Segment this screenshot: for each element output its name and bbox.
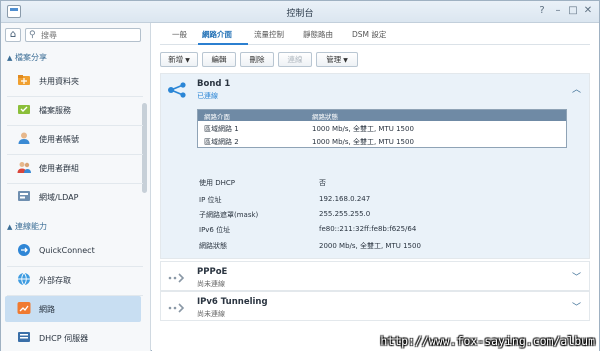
dropdown-arrow-icon: ▼ — [185, 57, 190, 64]
table-row[interactable]: 區域網路 2 1000 Mb/s, 全雙工, MTU 1500 — [198, 134, 566, 147]
search-icon: ⚲ — [29, 30, 36, 40]
chevron-up-icon: ▲ — [7, 223, 13, 231]
detail-label: 網路狀態 — [199, 242, 227, 250]
tab-bar: 一般 網路介面 流量控制 靜態路由 DSM 設定 — [160, 23, 590, 45]
search-box[interactable]: ⚲ — [25, 28, 141, 42]
sidebar-item-network[interactable]: 網路 — [5, 296, 141, 322]
sidebar-item-group[interactable]: 使用者群組 — [5, 155, 141, 181]
interface-card-pppoe[interactable]: PPPoE 尚未連線 ﹀ — [160, 261, 590, 291]
search-input[interactable] — [41, 30, 137, 41]
sidebar: ⌂ ⚲ ▲檔案分享 共用資料夾 檔案服務 使用者帳號 使用者群組 — [1, 23, 151, 351]
title-bar: 控制台 ? – □ ✕ — [1, 1, 599, 23]
tab-dsm-settings[interactable]: DSM 設定 — [352, 29, 386, 40]
connect-button[interactable]: 連線 — [278, 52, 312, 67]
external-access-icon — [18, 272, 30, 286]
detail-value: 192.168.0.247 — [319, 195, 371, 203]
detail-label: 使用 DHCP — [199, 179, 235, 187]
chevron-down-icon[interactable]: ﹀ — [572, 300, 581, 313]
interface-card-ipv6-tunneling[interactable]: IPv6 Tunneling 尚未連線 ﹀ — [160, 291, 590, 321]
dhcp-icon — [18, 332, 30, 342]
section-header-connectivity[interactable]: ▲ 連線能力 — [7, 221, 47, 232]
detail-label: IPv6 位址 — [199, 226, 231, 234]
disconnected-network-icon — [168, 303, 185, 313]
watermark-url: http://www.fox-saying.com/album — [380, 334, 595, 348]
sidebar-scrollbar[interactable] — [142, 103, 147, 193]
connected-network-icon — [168, 82, 186, 98]
window-title: 控制台 — [286, 9, 314, 19]
close-icon[interactable]: ✕ — [582, 5, 594, 16]
help-icon[interactable]: ? — [536, 5, 548, 16]
detail-value: 255.255.255.0 — [319, 210, 371, 218]
delete-button[interactable]: 刪除 — [240, 52, 274, 67]
detail-value: 否 — [319, 179, 326, 187]
quickconnect-icon — [18, 244, 30, 256]
minimize-icon[interactable]: – — [552, 5, 564, 16]
main-content: 一般 網路介面 流量控制 靜態路由 DSM 設定 新增 ▼ 編輯 刪除 連線 管理… — [152, 23, 599, 351]
column-header-interface: 網路介面 — [204, 113, 230, 121]
cell-status: 1000 Mb/s, 全雙工, MTU 1500 — [312, 138, 414, 146]
section-header-file-sharing[interactable]: ▲ 檔案分享 — [7, 52, 47, 63]
cell-interface: 區域網路 1 — [204, 125, 239, 133]
group-icon — [17, 162, 31, 173]
network-icon — [17, 302, 31, 314]
sidebar-item-dhcp-server[interactable]: DHCP 伺服器 — [5, 325, 141, 351]
active-tab-indicator — [198, 43, 248, 45]
control-panel-window: 控制台 ? – □ ✕ ⌂ ⚲ ▲檔案分享 共用資料夾 檔案服務 使用者帳號 — [0, 0, 600, 351]
cell-interface: 區域網路 2 — [204, 138, 239, 146]
user-icon — [18, 132, 30, 144]
detail-value: 2000 Mb/s, 全雙工, MTU 1500 — [319, 242, 421, 250]
sidebar-item-file-services[interactable]: 檔案服務 — [5, 97, 141, 123]
domain-icon — [18, 191, 30, 201]
disconnected-network-icon — [168, 273, 185, 283]
sidebar-item-user[interactable]: 使用者帳號 — [5, 126, 141, 152]
cell-status: 1000 Mb/s, 全雙工, MTU 1500 — [312, 125, 414, 133]
chevron-up-icon[interactable]: ︿ — [572, 82, 581, 95]
sidebar-item-domain-ldap[interactable]: 網域/LDAP — [5, 184, 141, 210]
tab-traffic-control[interactable]: 流量控制 — [254, 29, 284, 40]
chevron-down-icon[interactable]: ﹀ — [572, 270, 581, 283]
tab-network-interface[interactable]: 網路介面 — [202, 29, 232, 40]
interface-name: Bond 1 — [197, 79, 231, 89]
sidebar-item-quickconnect[interactable]: QuickConnect — [5, 238, 141, 264]
detail-label: IP 位址 — [199, 196, 222, 204]
chevron-up-icon: ▲ — [7, 54, 13, 62]
edit-button[interactable]: 編輯 — [202, 52, 236, 67]
interface-status: 尚未連線 — [197, 310, 225, 318]
interface-status: 尚未連線 — [197, 280, 225, 288]
interface-status: 已連線 — [197, 92, 218, 100]
interface-card-bond1[interactable]: Bond 1 已連線 ︿ 網路介面 網路狀態 區域網路 1 1000 Mb/s,… — [160, 73, 590, 259]
sidebar-item-external-access[interactable]: 外部存取 — [5, 267, 141, 293]
create-button[interactable]: 新增 ▼ — [160, 52, 198, 67]
home-icon[interactable]: ⌂ — [5, 28, 21, 42]
file-services-icon — [18, 105, 30, 114]
manage-button[interactable]: 管理 ▼ — [316, 52, 358, 67]
column-header-status: 網路狀態 — [312, 113, 338, 121]
toolbar: 新增 ▼ 編輯 刪除 連線 管理 ▼ — [160, 52, 590, 68]
detail-label: 子網路遮罩(mask) — [199, 211, 259, 219]
sidebar-item-shared-folder[interactable]: 共用資料夾 — [5, 68, 141, 94]
maximize-icon[interactable]: □ — [567, 5, 579, 16]
shared-folder-icon — [18, 75, 30, 85]
interface-name: IPv6 Tunneling — [197, 297, 268, 307]
dropdown-arrow-icon: ▼ — [343, 57, 348, 64]
table-header: 網路介面 網路狀態 — [198, 110, 566, 121]
member-interface-table: 網路介面 網路狀態 區域網路 1 1000 Mb/s, 全雙工, MTU 150… — [197, 109, 567, 148]
tab-general[interactable]: 一般 — [172, 29, 187, 40]
detail-value: fe80::211:32ff:fe8b:f625/64 — [319, 225, 417, 233]
tab-static-route[interactable]: 靜態路由 — [303, 29, 333, 40]
interface-name: PPPoE — [197, 267, 228, 277]
table-row[interactable]: 區域網路 1 1000 Mb/s, 全雙工, MTU 1500 — [198, 121, 566, 134]
